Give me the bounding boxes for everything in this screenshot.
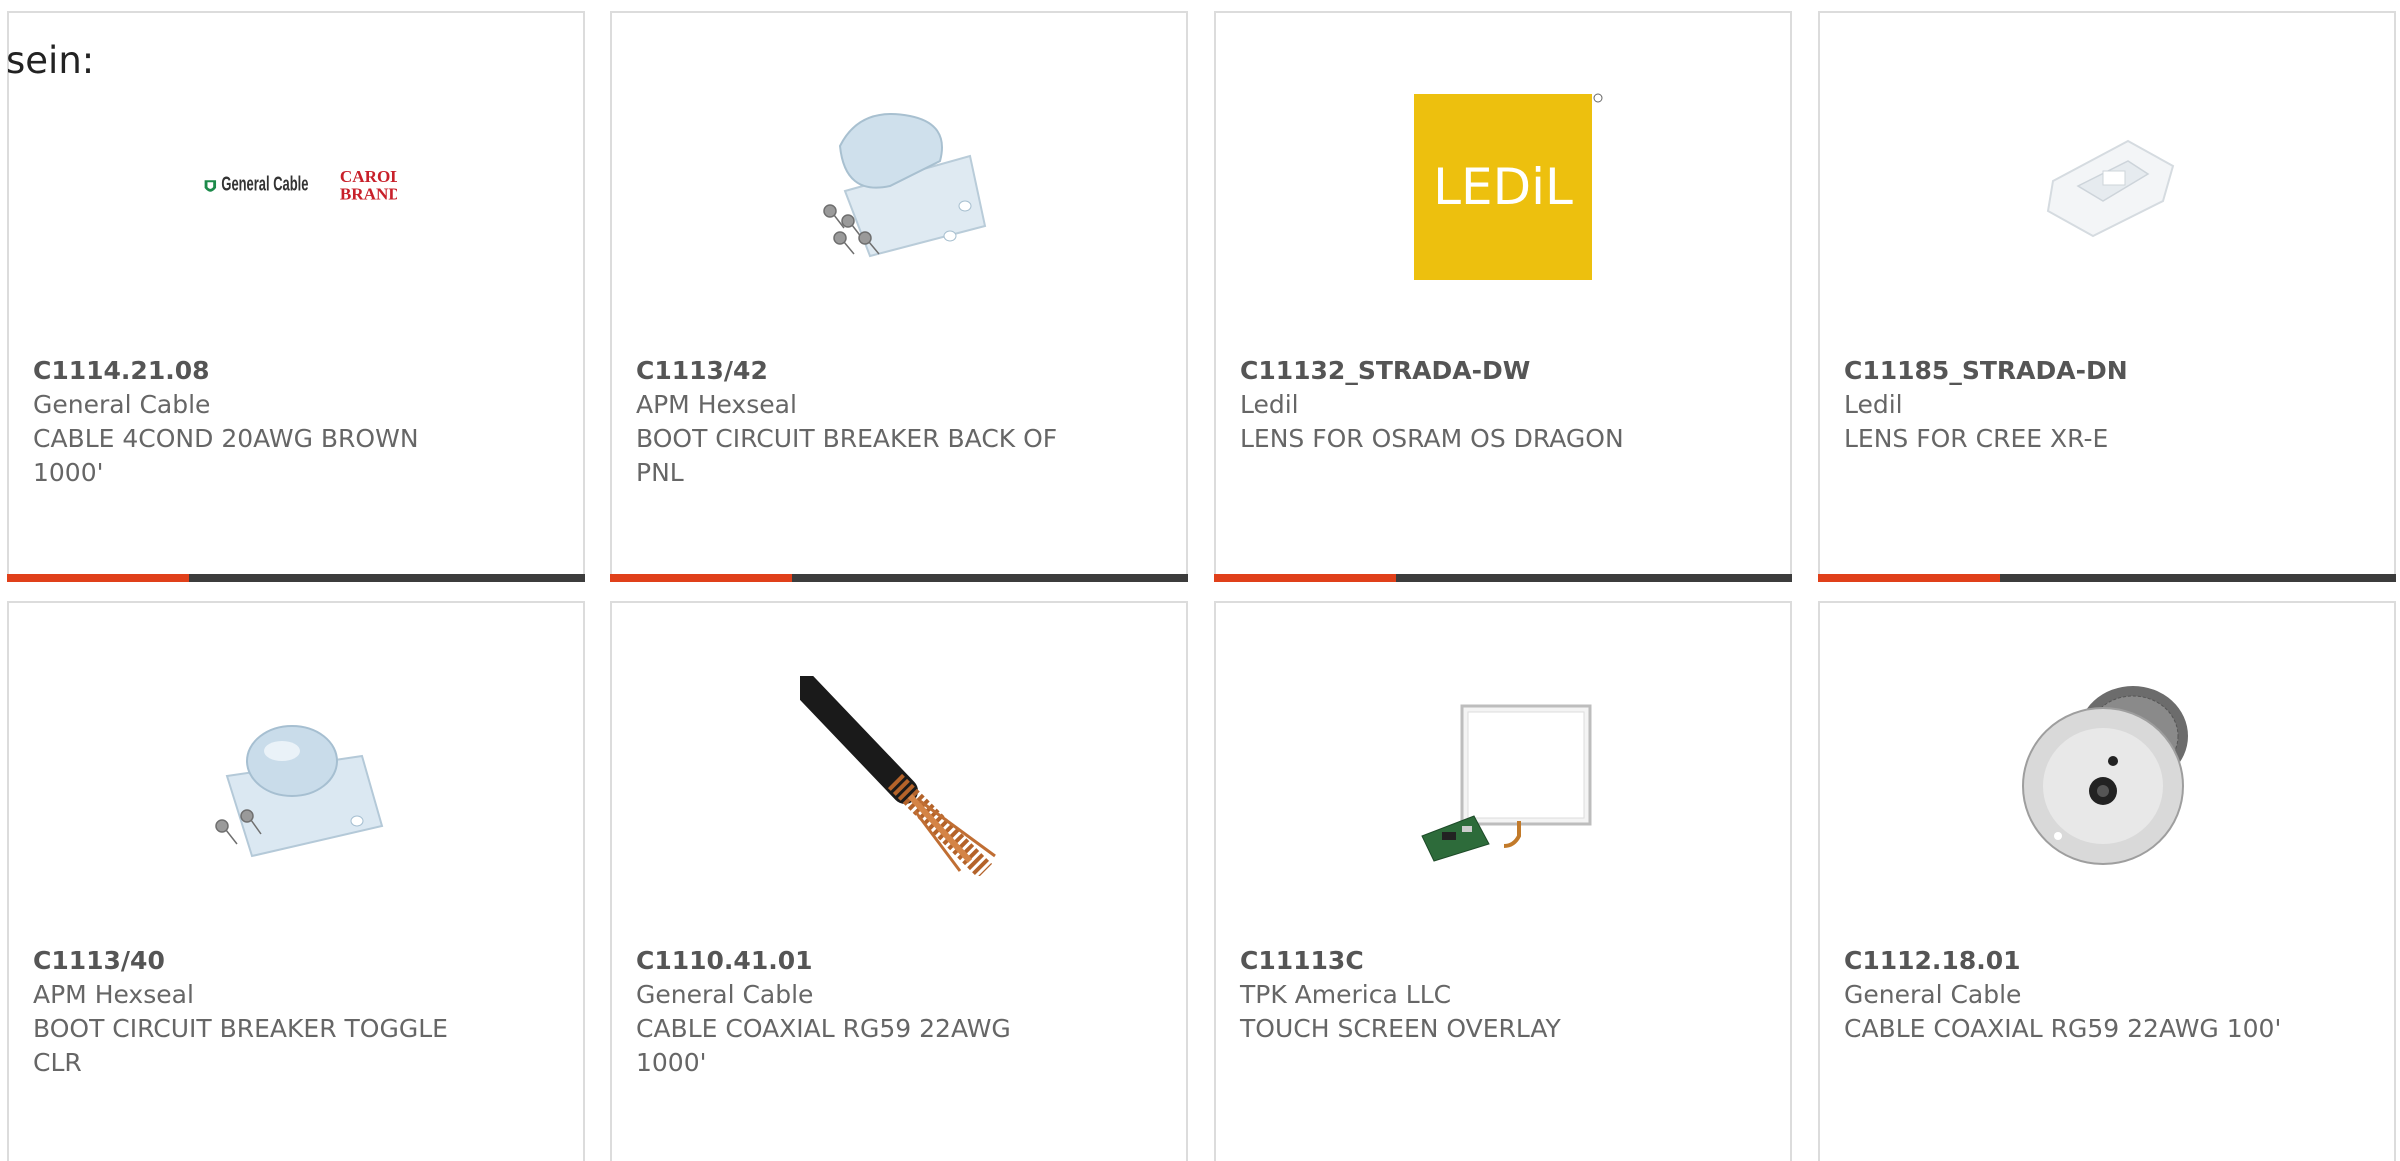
part-number-link[interactable]: C1114.21.08 (33, 354, 473, 388)
card-progress-fill (7, 574, 190, 582)
card-progress-bar (7, 574, 585, 582)
manufacturer-name: General Cable (33, 390, 211, 419)
circuit-breaker-boot-image (800, 86, 1000, 286)
part-number-link[interactable]: C11113C (1240, 944, 1680, 978)
manufacturer-name: APM Hexseal (33, 980, 194, 1009)
manufacturer-name: TPK America LLC (1240, 980, 1452, 1009)
product-description: TOUCH SCREEN OVERLAY (1240, 1014, 1561, 1043)
svg-text:CAROL: CAROL (340, 167, 397, 186)
general-cable-logo-image: General Cable CAROL BRAND (197, 86, 397, 286)
product-card[interactable]: C11113C TPK America LLC TOUCH SCREEN OVE… (1214, 601, 1792, 1161)
manufacturer-name: APM Hexseal (636, 390, 797, 419)
product-description: LENS FOR CREE XR-E (1844, 424, 2109, 453)
svg-text:General Cable: General Cable (221, 173, 308, 196)
product-info: C1112.18.01 General Cable CABLE COAXIAL … (1844, 944, 2284, 1046)
product-card[interactable]: C1110.41.01 General Cable CABLE COAXIAL … (610, 601, 1188, 1161)
card-progress-fill (1214, 574, 1397, 582)
product-info: C1113/40 APM Hexseal BOOT CIRCUIT BREAKE… (33, 944, 473, 1080)
intro-text: sein: (6, 39, 95, 82)
product-card[interactable]: LEDiL C11132_STRADA-DW Ledil LENS FOR OS… (1214, 11, 1792, 582)
product-card[interactable]: C1113/40 APM Hexseal BOOT CIRCUIT BREAKE… (7, 601, 585, 1161)
svg-text:LEDiL: LEDiL (1433, 158, 1573, 216)
touch-screen-overlay-image (1404, 676, 1604, 876)
product-grid: General Cable CAROL BRAND C1114.21.08 Ge… (7, 11, 2400, 1161)
part-number-link[interactable]: C1110.41.01 (636, 944, 1076, 978)
part-number-link[interactable]: C11185_STRADA-DN (1844, 354, 2284, 388)
card-progress-bar (610, 574, 1188, 582)
manufacturer-name: General Cable (636, 980, 814, 1009)
clear-lens-image (2008, 86, 2208, 286)
manufacturer-name: Ledil (1844, 390, 1903, 419)
product-card[interactable]: C11185_STRADA-DN Ledil LENS FOR CREE XR-… (1818, 11, 2396, 582)
product-info: C11113C TPK America LLC TOUCH SCREEN OVE… (1240, 944, 1680, 1046)
part-number-link[interactable]: C1112.18.01 (1844, 944, 2284, 978)
product-card[interactable]: C1112.18.01 General Cable CABLE COAXIAL … (1818, 601, 2396, 1161)
product-info: C11132_STRADA-DW Ledil LENS FOR OSRAM OS… (1240, 354, 1680, 456)
product-description: CABLE COAXIAL RG59 22AWG 100' (1844, 1014, 2282, 1043)
product-info: C1114.21.08 General Cable CABLE 4COND 20… (33, 354, 473, 490)
coaxial-cable-image (800, 676, 1000, 876)
product-card[interactable]: General Cable CAROL BRAND C1114.21.08 Ge… (7, 11, 585, 582)
part-number-link[interactable]: C1113/42 (636, 354, 1076, 388)
product-description: LENS FOR OSRAM OS DRAGON (1240, 424, 1624, 453)
ledil-logo-image: LEDiL (1404, 86, 1604, 286)
product-info: C1110.41.01 General Cable CABLE COAXIAL … (636, 944, 1076, 1080)
product-description: BOOT CIRCUIT BREAKER TOGGLE CLR (33, 1014, 448, 1077)
product-info: C11185_STRADA-DN Ledil LENS FOR CREE XR-… (1844, 354, 2284, 456)
product-card[interactable]: C1113/42 APM Hexseal BOOT CIRCUIT BREAKE… (610, 11, 1188, 582)
toggle-boot-image (197, 676, 397, 876)
card-progress-bar (1818, 574, 2396, 582)
part-number-link[interactable]: C1113/40 (33, 944, 473, 978)
product-description: CABLE COAXIAL RG59 22AWG 1000' (636, 1014, 1011, 1077)
product-description: CABLE 4COND 20AWG BROWN 1000' (33, 424, 419, 487)
svg-text:BRAND: BRAND (340, 184, 397, 203)
part-number-link[interactable]: C11132_STRADA-DW (1240, 354, 1680, 388)
manufacturer-name: General Cable (1844, 980, 2022, 1009)
card-progress-bar (1214, 574, 1792, 582)
product-description: BOOT CIRCUIT BREAKER BACK OF PNL (636, 424, 1058, 487)
manufacturer-name: Ledil (1240, 390, 1299, 419)
cable-spool-image (2008, 676, 2208, 876)
card-progress-fill (610, 574, 793, 582)
card-progress-fill (1818, 574, 2001, 582)
product-info: C1113/42 APM Hexseal BOOT CIRCUIT BREAKE… (636, 354, 1076, 490)
